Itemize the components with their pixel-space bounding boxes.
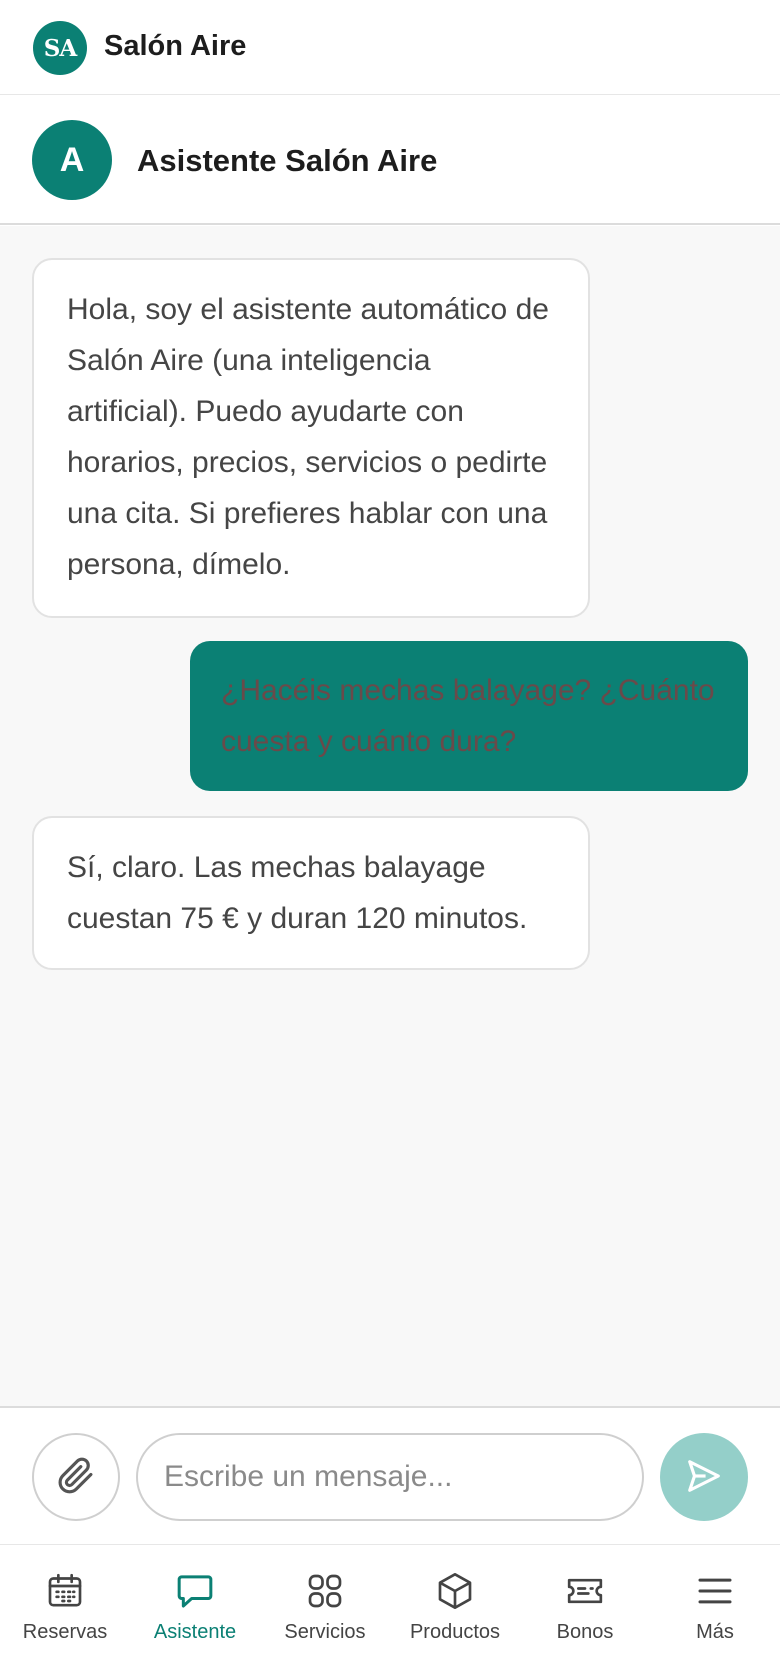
nav-label: Asistente <box>153 1621 237 1643</box>
nav-label: Más <box>696 1621 734 1643</box>
nav-item-asistente[interactable]: Asistente <box>130 1545 260 1660</box>
user-message: ¿Hacéis mechas balayage? ¿Cuánto cuesta … <box>190 641 748 791</box>
nav-label: Productos <box>409 1621 501 1643</box>
chat-bubble-icon <box>173 1569 217 1613</box>
assistant-message: Hola, soy el asistente automático de Sal… <box>32 258 590 618</box>
menu-icon <box>693 1569 737 1613</box>
nav-label: Servicios <box>284 1621 366 1643</box>
assistant-message: Sí, claro. Las mechas balayage cuestan 7… <box>32 816 590 970</box>
nav-label: Reservas <box>22 1621 108 1643</box>
calendar-icon <box>43 1569 87 1613</box>
app-logo: SA <box>33 21 87 75</box>
box-icon <box>433 1569 477 1613</box>
message-input[interactable] <box>136 1433 644 1521</box>
bottom-nav: Reservas Asistente Servicios Productos B… <box>0 1544 780 1660</box>
grid-icon <box>303 1569 347 1613</box>
chat-header: A Asistente Salón Aire <box>0 96 780 225</box>
assistant-avatar: A <box>32 120 112 200</box>
send-button[interactable] <box>660 1433 748 1521</box>
app-title: Salón Aire <box>104 30 247 62</box>
nav-item-reservas[interactable]: Reservas <box>0 1545 130 1660</box>
send-icon <box>685 1457 723 1498</box>
attach-button[interactable] <box>32 1433 120 1521</box>
app-bar: SA Salón Aire <box>0 0 780 95</box>
nav-item-servicios[interactable]: Servicios <box>260 1545 390 1660</box>
message-list[interactable]: Hola, soy el asistente automático de Sal… <box>0 226 780 1406</box>
nav-item-mas[interactable]: Más <box>650 1545 780 1660</box>
nav-item-productos[interactable]: Productos <box>390 1545 520 1660</box>
ticket-icon <box>563 1569 607 1613</box>
nav-item-bonos[interactable]: Bonos <box>520 1545 650 1660</box>
message-composer <box>0 1406 780 1544</box>
assistant-name: Asistente Salón Aire <box>137 143 438 178</box>
nav-label: Bonos <box>556 1621 614 1643</box>
paperclip-icon <box>57 1457 95 1498</box>
